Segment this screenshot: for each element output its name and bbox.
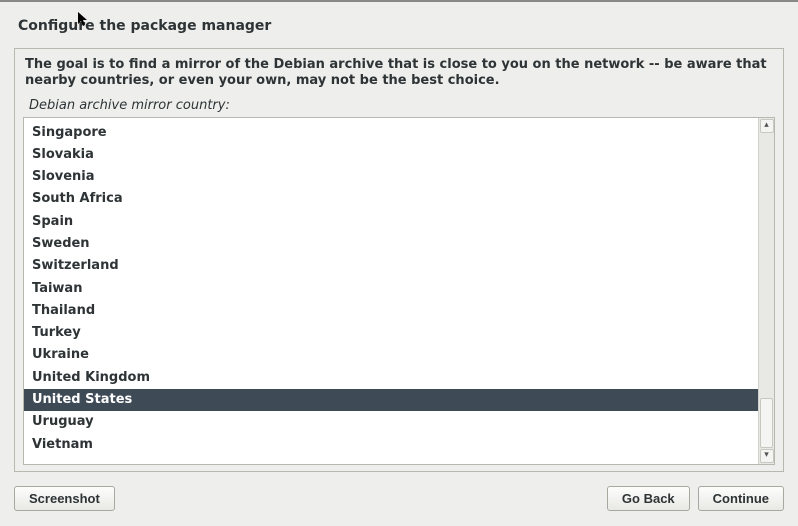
country-item[interactable]: Sweden xyxy=(24,233,758,255)
main-panel: The goal is to find a mirror of the Debi… xyxy=(14,48,784,472)
country-item[interactable]: Uruguay xyxy=(24,411,758,433)
country-item[interactable]: Thailand xyxy=(24,300,758,322)
country-item[interactable]: Slovenia xyxy=(24,166,758,188)
scroll-up-icon[interactable]: ▴ xyxy=(760,119,774,133)
scroll-down-icon[interactable]: ▾ xyxy=(760,449,774,463)
screenshot-button[interactable]: Screenshot xyxy=(14,486,115,511)
country-item[interactable]: Slovakia xyxy=(24,144,758,166)
instructions-text: The goal is to find a mirror of the Debi… xyxy=(23,55,775,96)
country-item[interactable]: United Kingdom xyxy=(24,367,758,389)
country-item[interactable]: South Africa xyxy=(24,188,758,210)
list-label: Debian archive mirror country: xyxy=(23,96,775,117)
country-item[interactable]: Spain xyxy=(24,211,758,233)
country-item[interactable]: Vietnam xyxy=(24,434,758,456)
country-item[interactable]: Switzerland xyxy=(24,255,758,277)
continue-button[interactable]: Continue xyxy=(698,486,784,511)
country-item[interactable]: Singapore xyxy=(24,122,758,144)
country-item[interactable]: Ukraine xyxy=(24,344,758,366)
country-listbox[interactable]: SingaporeSlovakiaSloveniaSouth AfricaSpa… xyxy=(23,117,775,465)
country-item[interactable]: Turkey xyxy=(24,322,758,344)
go-back-button[interactable]: Go Back xyxy=(607,486,690,511)
country-item[interactable]: Taiwan xyxy=(24,278,758,300)
page-title: Configure the package manager xyxy=(14,12,784,48)
scrollbar[interactable]: ▴ ▾ xyxy=(758,118,774,464)
country-item[interactable]: United States xyxy=(24,389,758,411)
scroll-thumb[interactable] xyxy=(760,398,773,448)
